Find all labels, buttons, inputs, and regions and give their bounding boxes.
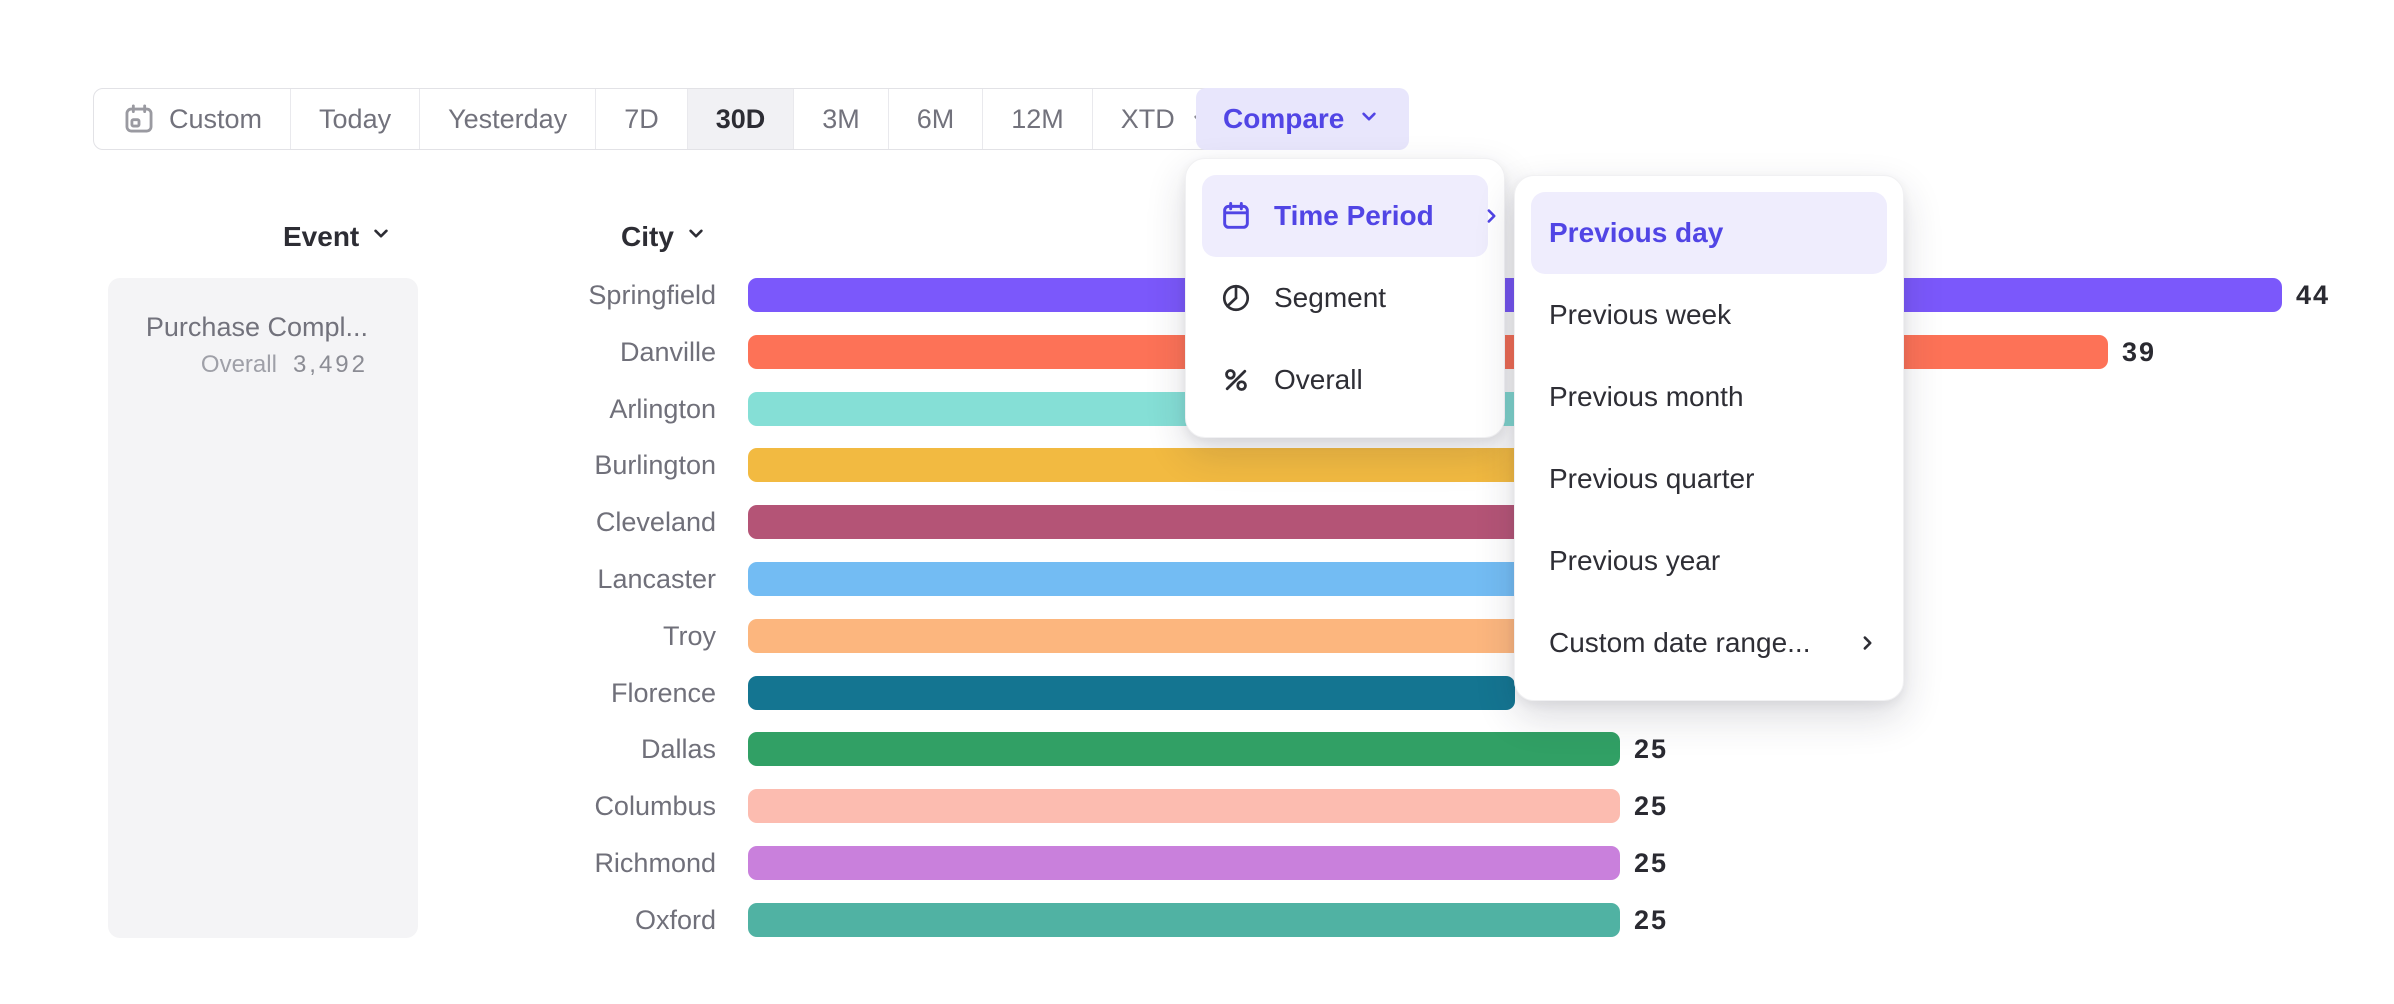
bar-label-richmond: Richmond — [0, 846, 716, 880]
menu-item-custom-date-range[interactable]: Custom date range... — [1531, 602, 1887, 684]
menu-item-label: Segment — [1274, 282, 1386, 314]
bar-label-lancaster: Lancaster — [0, 562, 716, 596]
bar-label-burlington: Burlington — [0, 448, 716, 482]
chart-row-columbus: Columbus 25 — [0, 789, 2394, 823]
bar-richmond[interactable] — [748, 846, 1620, 880]
bar-label-danville: Danville — [0, 335, 716, 369]
menu-item-previous-year[interactable]: Previous year — [1531, 520, 1887, 602]
menu-item-label: Overall — [1274, 364, 1363, 396]
bar-label-springfield: Springfield — [0, 278, 716, 312]
time-period-submenu: Previous day Previous week Previous month P… — [1514, 175, 1904, 701]
bar-label-cleveland: Cleveland — [0, 505, 716, 539]
bar-columbus[interactable] — [748, 789, 1620, 823]
chart-row-troy: Troy — [0, 619, 2394, 653]
chart-row-florence: Florence — [0, 676, 2394, 710]
chart-row-richmond: Richmond 25 — [0, 846, 2394, 880]
menu-item-overall[interactable]: Overall — [1202, 339, 1488, 421]
chart-row-lancaster: Lancaster — [0, 562, 2394, 596]
bar-value-danville: 39 — [2122, 335, 2156, 370]
bar-label-arlington: Arlington — [0, 392, 716, 426]
menu-item-label: Previous quarter — [1549, 463, 1754, 495]
bar-label-florence: Florence — [0, 676, 716, 710]
menu-item-label: Time Period — [1274, 200, 1434, 232]
bar-value-springfield: 44 — [2296, 278, 2330, 313]
menu-item-label: Previous day — [1549, 217, 1723, 249]
menu-item-label: Previous year — [1549, 545, 1720, 577]
bar-value-dallas: 25 — [1634, 732, 1668, 767]
calendar-icon — [1220, 200, 1252, 232]
compare-dropdown-menu: Time Period Segment Overall — [1185, 158, 1505, 438]
bar-label-columbus: Columbus — [0, 789, 716, 823]
chart-row-burlington: Burlington — [0, 448, 2394, 482]
menu-item-previous-day[interactable]: Previous day — [1531, 192, 1887, 274]
menu-item-previous-month[interactable]: Previous month — [1531, 356, 1887, 438]
percent-icon — [1220, 364, 1252, 396]
segment-icon — [1220, 282, 1252, 314]
menu-item-segment[interactable]: Segment — [1202, 257, 1488, 339]
menu-item-label: Previous week — [1549, 299, 1731, 331]
menu-item-previous-week[interactable]: Previous week — [1531, 274, 1887, 356]
bar-florence[interactable] — [748, 676, 1515, 710]
city-bar-chart: Springfield 44 Danville 39 Arlington Burlingt… — [0, 0, 2394, 1004]
bar-label-troy: Troy — [0, 619, 716, 653]
menu-item-time-period[interactable]: Time Period — [1202, 175, 1488, 257]
bar-dallas[interactable] — [748, 732, 1620, 766]
bar-value-oxford: 25 — [1634, 903, 1668, 938]
menu-item-previous-quarter[interactable]: Previous quarter — [1531, 438, 1887, 520]
menu-item-label: Previous month — [1549, 381, 1744, 413]
chart-row-oxford: Oxford 25 — [0, 903, 2394, 937]
bar-value-columbus: 25 — [1634, 789, 1668, 824]
bar-value-richmond: 25 — [1634, 846, 1668, 881]
chart-row-cleveland: Cleveland — [0, 505, 2394, 539]
chevron-right-icon — [1478, 203, 1504, 229]
bar-oxford[interactable] — [748, 903, 1620, 937]
bar-label-dallas: Dallas — [0, 732, 716, 766]
bar-label-oxford: Oxford — [0, 903, 716, 937]
menu-item-label: Custom date range... — [1549, 627, 1810, 659]
chart-row-dallas: Dallas 25 — [0, 732, 2394, 766]
chevron-right-icon — [1854, 630, 1880, 656]
